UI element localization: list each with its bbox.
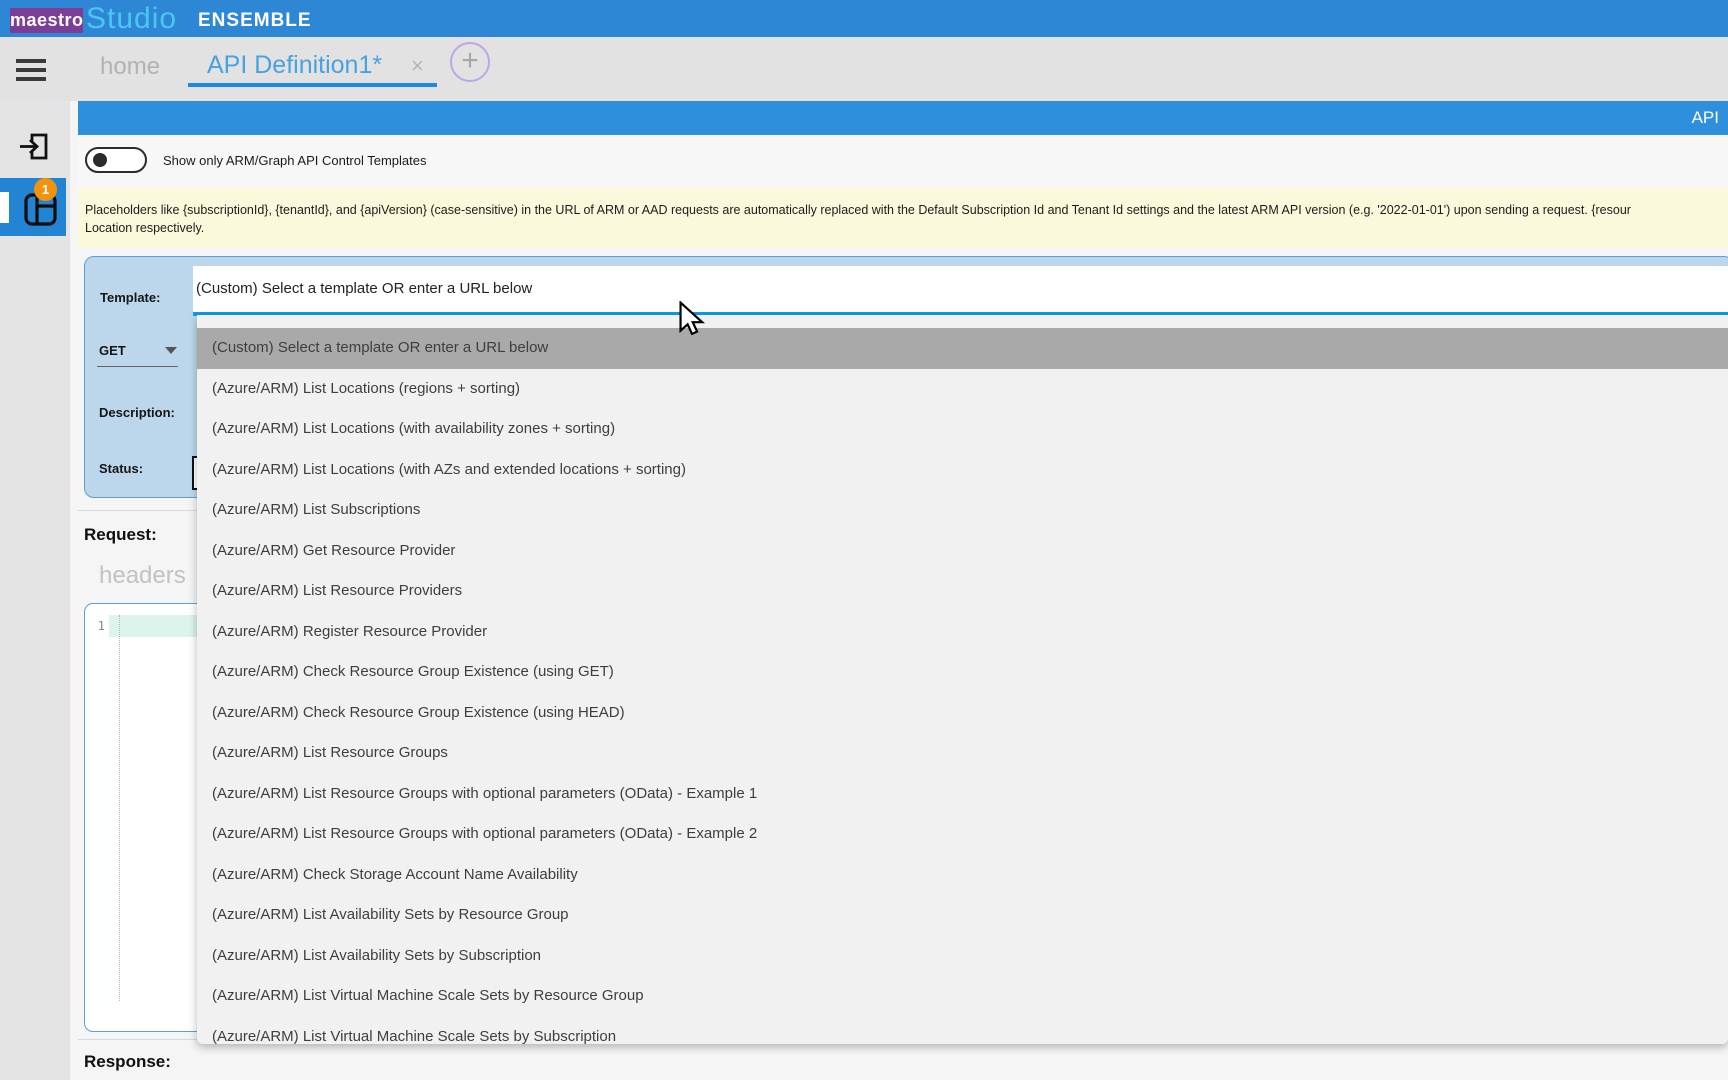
arm-graph-toggle[interactable] [85, 147, 147, 173]
method-select-underline [97, 366, 178, 367]
notice-line-1: Placeholders like {subscriptionId}, {ten… [85, 203, 1631, 217]
dropdown-item[interactable]: (Azure/ARM) Register Resource Provider [197, 612, 1728, 653]
app-window: maestro Studio ENSEMBLE home API Definit… [0, 0, 1728, 1080]
dropdown-item[interactable]: (Azure/ARM) List Subscriptions [197, 490, 1728, 531]
dropdown-item[interactable]: (Azure/ARM) Check Resource Group Existen… [197, 652, 1728, 693]
editor-line-number: 1 [85, 618, 105, 633]
hamburger-menu-icon[interactable] [16, 59, 46, 81]
dropdown-item[interactable]: (Azure/ARM) List Locations (regions + so… [197, 369, 1728, 410]
template-select-input[interactable]: (Custom) Select a template OR enter a UR… [193, 266, 1728, 312]
dropdown-item[interactable]: (Azure/ARM) List Resource Groups with op… [197, 774, 1728, 815]
left-sidebar [0, 101, 70, 1080]
description-label: Description: [99, 405, 175, 420]
dropdown-item[interactable]: (Azure/ARM) List Availability Sets by Re… [197, 895, 1728, 936]
dropdown-item[interactable]: (Azure/ARM) Get Resource Provider [197, 531, 1728, 572]
status-label: Status: [99, 461, 143, 476]
dropdown-item[interactable]: (Azure/ARM) Check Storage Account Name A… [197, 855, 1728, 896]
active-tab-underline [188, 83, 437, 87]
ensemble-label: ENSEMBLE [198, 10, 312, 32]
template-label: Template: [100, 290, 160, 305]
tab-home[interactable]: home [100, 53, 160, 81]
http-method-select[interactable]: GET [99, 343, 126, 358]
new-tab-button[interactable]: + [450, 42, 490, 82]
dropdown-item[interactable]: (Azure/ARM) List Resource Providers [197, 571, 1728, 612]
response-section-title: Response: [84, 1052, 171, 1072]
dropdown-item[interactable]: (Azure/ARM) List Locations (with availab… [197, 409, 1728, 450]
api-section-header: API [78, 101, 1728, 135]
dropdown-item[interactable]: (Azure/ARM) List Virtual Machine Scale S… [197, 1017, 1728, 1045]
template-selected-value: (Custom) Select a template OR enter a UR… [196, 280, 532, 297]
template-dropdown-list: (Custom) Select a template OR enter a UR… [197, 315, 1728, 1044]
chevron-down-icon[interactable] [165, 347, 177, 354]
notice-line-2: Location respectively. [85, 221, 204, 235]
dropdown-item[interactable]: (Azure/ARM) Check Resource Group Existen… [197, 693, 1728, 734]
toggle-label: Show only ARM/Graph API Control Template… [163, 153, 427, 168]
dropdown-item[interactable]: (Custom) Select a template OR enter a UR… [197, 328, 1728, 369]
headers-tab[interactable]: headers [99, 562, 186, 590]
dropdown-item[interactable]: (Azure/ARM) List Virtual Machine Scale S… [197, 976, 1728, 1017]
toggle-knob [93, 153, 107, 167]
maestro-logo: maestro [10, 8, 83, 33]
studio-logo: Studio [86, 2, 177, 36]
editor-indent-guide [119, 615, 120, 1001]
dropdown-item[interactable]: (Azure/ARM) List Resource Groups [197, 733, 1728, 774]
app-header: maestro Studio ENSEMBLE [0, 0, 1728, 37]
placeholder-notice: Placeholders like {subscriptionId}, {ten… [78, 188, 1728, 248]
dropdown-item[interactable]: (Azure/ARM) List Resource Groups with op… [197, 814, 1728, 855]
sign-in-icon[interactable] [18, 130, 49, 168]
notification-badge: 1 [34, 178, 57, 201]
tab-api-definition[interactable]: API Definition1* [207, 51, 382, 80]
close-tab-icon[interactable]: × [411, 53, 424, 79]
active-item-indicator [0, 192, 9, 223]
dropdown-item[interactable]: (Azure/ARM) List Availability Sets by Su… [197, 936, 1728, 977]
dropdown-item[interactable]: (Azure/ARM) List Locations (with AZs and… [197, 450, 1728, 491]
request-section-title: Request: [84, 525, 157, 545]
